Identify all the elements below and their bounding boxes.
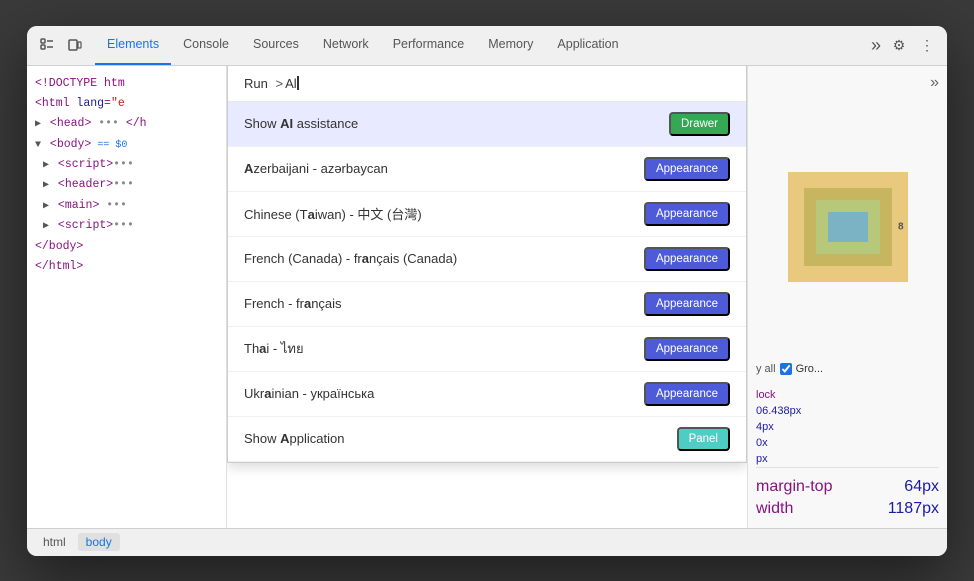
bm-border <box>804 188 892 266</box>
tab-application[interactable]: Application <box>545 26 630 66</box>
group-label: Gro... <box>796 363 824 375</box>
result-label-show-ai: Show AI assistance <box>244 116 358 131</box>
tab-overflow-btn[interactable]: » <box>865 26 887 66</box>
style-width: width 1187px <box>756 498 939 520</box>
breadcrumb-html[interactable]: html <box>35 533 74 551</box>
filter-row: y all Gro... <box>756 363 939 375</box>
prop-size2: 4px <box>756 419 939 435</box>
tab-sources[interactable]: Sources <box>241 26 311 66</box>
tab-memory[interactable]: Memory <box>476 26 545 66</box>
prop-size3: 0x <box>756 435 939 451</box>
box-model: 8 <box>756 100 939 355</box>
styles-section: margin-top 64px width 1187px <box>756 467 939 520</box>
filter-all-label: y all <box>756 363 776 375</box>
result-label-french: French - français <box>244 296 342 311</box>
result-item-thai[interactable]: Thai - ไทย Appearance <box>228 327 746 372</box>
result-list[interactable]: Show AI assistance Drawer Azerbaijani - … <box>228 102 746 462</box>
appearance-badge-french[interactable]: Appearance <box>644 292 730 316</box>
device-icon[interactable] <box>63 33 87 57</box>
result-label-chinese-taiwan: Chinese (Taiwan) - 中文 (台灣) <box>244 204 422 223</box>
command-input-row: Run > Al <box>228 66 746 102</box>
prop-size4: px <box>756 451 939 467</box>
result-item-azerbaijani[interactable]: Azerbaijani - azərbaycan Appearance <box>228 147 746 192</box>
tab-bar-icons <box>35 33 87 57</box>
more-btn[interactable]: ⋮ <box>915 33 939 57</box>
appearance-badge-azerbaijani[interactable]: Appearance <box>644 157 730 181</box>
result-item-chinese-taiwan[interactable]: Chinese (Taiwan) - 中文 (台灣) Appearance <box>228 192 746 237</box>
cursor-icon[interactable] <box>35 33 59 57</box>
expand-icon[interactable]: » <box>930 74 939 92</box>
right-panel-header: » <box>756 74 939 92</box>
html-line: </body> <box>31 237 222 257</box>
result-item-show-ai[interactable]: Show AI assistance Drawer <box>228 102 746 147</box>
tabs: Elements Console Sources Network Perform… <box>95 26 865 66</box>
result-label-ukrainian: Ukrainian - українська <box>244 386 374 401</box>
command-input-text: Al <box>285 76 297 91</box>
html-line: ▶ <script>••• <box>31 216 222 236</box>
panel-badge[interactable]: Panel <box>677 427 730 451</box>
tab-performance[interactable]: Performance <box>381 26 477 66</box>
command-overlay: Run > Al Show AI assistance Drawer <box>227 66 747 463</box>
bm-margin: 8 <box>788 172 908 282</box>
style-margin-top: margin-top 64px <box>756 476 939 498</box>
left-panel: <!DOCTYPE htm <html lang="e ▶ <head> •••… <box>27 66 227 528</box>
result-label-show-application: Show Application <box>244 431 344 446</box>
html-line: <!DOCTYPE htm <box>31 74 222 94</box>
result-item-ukrainian[interactable]: Ukrainian - українська Appearance <box>228 372 746 417</box>
settings-btn[interactable]: ⚙ <box>887 33 911 57</box>
html-line: ▶ <script>••• <box>31 155 222 175</box>
tab-console[interactable]: Console <box>171 26 241 66</box>
run-label: Run <box>244 76 268 91</box>
tab-elements[interactable]: Elements <box>95 26 171 66</box>
properties-section: lock 06.438px 4px 0x px <box>756 387 939 467</box>
result-item-french[interactable]: French - français Appearance <box>228 282 746 327</box>
appearance-badge-french-canada[interactable]: Appearance <box>644 247 730 271</box>
right-panel: » 8 y all Gro... <box>747 66 947 528</box>
drawer-badge[interactable]: Drawer <box>669 112 730 136</box>
prop-lock: lock <box>756 387 939 403</box>
tab-network[interactable]: Network <box>311 26 381 66</box>
tab-bar-right: ⚙ ⋮ <box>887 33 939 57</box>
result-label-french-canada: French (Canada) - français (Canada) <box>244 251 457 266</box>
devtools-window: Elements Console Sources Network Perform… <box>27 26 947 556</box>
group-checkbox[interactable] <box>780 363 792 375</box>
bm-padding <box>816 200 880 254</box>
html-line: </html> <box>31 257 222 277</box>
html-line: ▼ <body> == $0 <box>31 135 222 155</box>
appearance-badge-ukrainian[interactable]: Appearance <box>644 382 730 406</box>
center-panel: Run > Al Show AI assistance Drawer <box>227 66 747 528</box>
result-item-french-canada[interactable]: French (Canada) - français (Canada) Appe… <box>228 237 746 282</box>
result-item-show-application[interactable]: Show Application Panel <box>228 417 746 462</box>
result-label-azerbaijani: Azerbaijani - azərbaycan <box>244 161 388 176</box>
tab-bar: Elements Console Sources Network Perform… <box>27 26 947 66</box>
breadcrumb-body[interactable]: body <box>78 533 120 551</box>
main-area: <!DOCTYPE htm <html lang="e ▶ <head> •••… <box>27 66 947 528</box>
bm-content <box>828 212 868 242</box>
prop-size1: 06.438px <box>756 403 939 419</box>
html-line: <html lang="e <box>31 94 222 114</box>
html-line: ▶ <head> ••• </h <box>31 114 222 134</box>
cursor <box>297 76 299 90</box>
bottom-bar: html body <box>27 528 947 556</box>
bm-margin-value: 8 <box>898 222 904 233</box>
appearance-badge-thai[interactable]: Appearance <box>644 337 730 361</box>
html-line: ▶ <header>••• <box>31 175 222 195</box>
html-line: ▶ <main> ••• <box>31 196 222 216</box>
result-label-thai: Thai - ไทย <box>244 338 304 359</box>
appearance-badge-chinese[interactable]: Appearance <box>644 202 730 226</box>
